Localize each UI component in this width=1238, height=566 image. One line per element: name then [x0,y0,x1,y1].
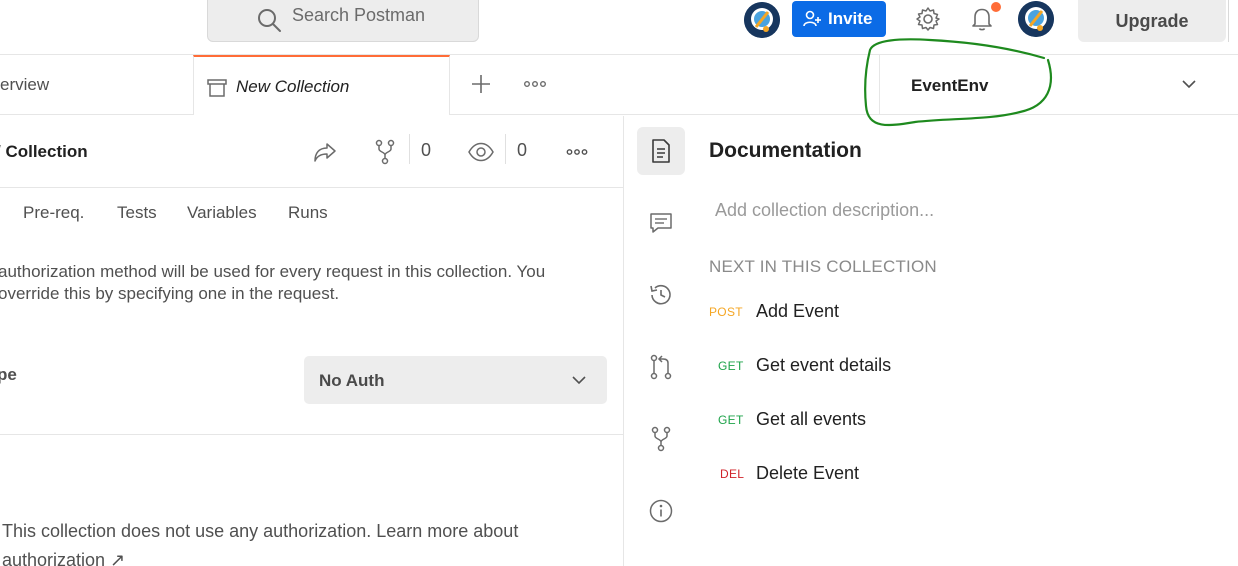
share-button[interactable] [311,138,339,166]
fork-icon [649,426,673,452]
learn-more-link[interactable]: authorization ↗ [2,550,125,566]
tab-overview[interactable]: erview [0,75,49,95]
request-name: Get all events [756,409,867,429]
add-user-icon [802,9,822,29]
auth-type-value: No Auth [319,371,385,390]
bell-icon [970,6,994,32]
right-sidebar [625,116,697,566]
tab-variables[interactable]: Variables [187,203,257,223]
history-icon [648,282,674,308]
request-item[interactable]: DEL Delete Event [709,463,869,487]
method-badge: GET [718,413,744,427]
chevron-down-icon [570,371,588,389]
no-auth-text: This collection does not use any authori… [2,521,519,541]
collection-description-input[interactable]: Add collection description... [715,200,934,221]
collection-panel: / Collection 0 0 Pre-req. Tests Variable… [0,116,624,566]
fork-icon [373,139,397,165]
divider [0,187,624,188]
new-tab-button[interactable] [468,71,494,97]
invite-label: Invite [828,9,873,28]
more-horizontal-icon [566,148,588,156]
tabs-more-button[interactable] [522,71,548,97]
eye-icon [468,142,494,162]
collection-icon [206,76,228,98]
next-in-collection-heading: NEXT IN THIS COLLECTION [709,257,937,276]
request-name: Delete Event [756,463,860,483]
team-avatar[interactable] [744,2,780,38]
pull-requests-button[interactable] [637,343,685,391]
method-badge: DEL [720,467,745,481]
info-button[interactable] [637,487,685,535]
auth-type-label: pe [0,365,17,384]
tab-runs[interactable]: Runs [288,203,328,223]
header-divider [1228,0,1229,42]
top-header: Search Postman Invite Upgrade [0,0,1238,55]
search-input[interactable]: Search Postman [207,0,479,42]
environment-label: EventEnv [911,76,989,95]
tabs-row: erview New Collection EventEnv [0,55,1238,115]
tab-label: New Collection [236,77,350,96]
fork-button[interactable] [371,138,399,166]
no-auth-message: This collection does not use any authori… [2,517,622,566]
chevron-down-icon [1180,75,1198,93]
comment-icon [649,211,673,235]
documentation-button[interactable] [637,127,685,175]
tab-tests[interactable]: Tests [117,203,157,223]
pull-request-icon [649,354,673,380]
watch-button[interactable] [467,138,495,166]
settings-button[interactable] [913,4,943,34]
tab-new-collection[interactable]: New Collection [193,55,450,115]
info-icon [648,498,674,524]
divider [505,134,506,164]
auth-description-line: authorization method will be used for ev… [0,262,546,281]
collection-title: / Collection [0,142,88,161]
share-icon [312,140,338,164]
divider [0,434,624,435]
invite-button[interactable]: Invite [792,1,886,37]
watch-count: 0 [517,140,528,160]
search-placeholder: Search Postman [292,5,426,25]
request-name: Add Event [756,301,840,321]
request-item[interactable]: GET Get event details [709,355,909,379]
request-item[interactable]: GET Get all events [709,409,879,433]
method-badge: GET [718,359,744,373]
collection-more-button[interactable] [563,138,591,166]
search-icon [256,7,282,33]
auth-description-line: override this by specifying one in the r… [0,284,340,303]
environment-selector[interactable]: EventEnv [879,55,1238,115]
document-icon [650,138,672,164]
upgrade-label: Upgrade [1115,10,1189,31]
comments-button[interactable] [637,199,685,247]
gear-icon [915,6,941,32]
user-avatar[interactable] [1018,1,1054,37]
tab-pre-request[interactable]: Pre-req. [23,203,84,223]
request-name: Get event details [756,355,892,375]
auth-description: authorization method will be used for ev… [0,261,638,305]
documentation-title: Documentation [709,139,862,162]
forks-button[interactable] [637,415,685,463]
history-button[interactable] [637,271,685,319]
notification-badge [991,2,1001,12]
plus-icon [470,73,492,95]
more-horizontal-icon [523,80,547,88]
request-item[interactable]: POST Add Event [709,301,849,325]
auth-type-select[interactable]: No Auth [304,356,607,404]
method-badge: POST [709,305,743,319]
fork-count: 0 [421,140,432,160]
upgrade-button[interactable]: Upgrade [1078,0,1226,42]
divider [409,134,410,164]
